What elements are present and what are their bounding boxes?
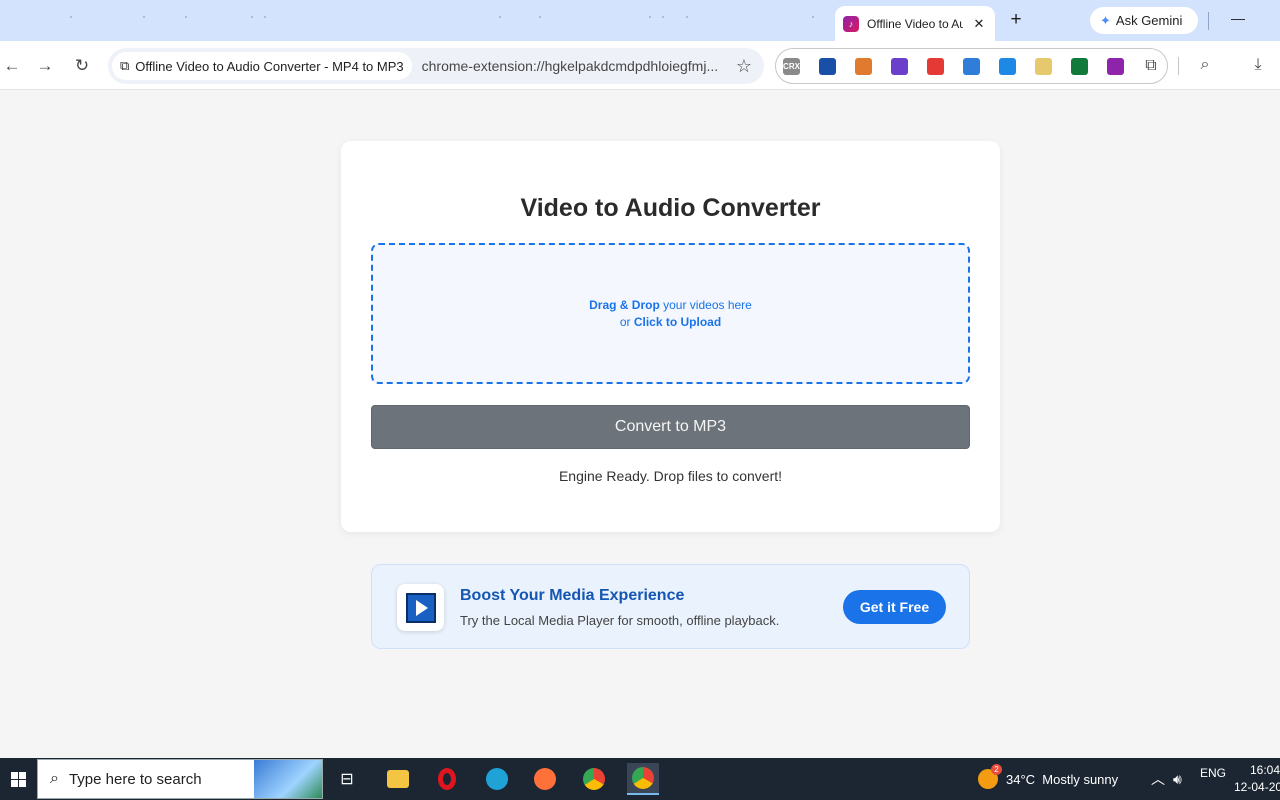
tomato-ext-icon[interactable] [927,58,944,75]
chrome-taskbar-button[interactable] [578,763,610,795]
edge-icon [486,768,508,790]
circle-ext-icon[interactable] [1071,58,1088,75]
dropzone-line2-pre: or [619,314,634,329]
chrome-icon [583,768,605,790]
windows-logo-icon [10,771,26,787]
puzzle-color-ext-icon[interactable] [963,58,980,75]
bookmark-star-icon[interactable]: ☆ [736,56,752,77]
new-tab-button[interactable]: + [1006,10,1026,30]
reload-icon[interactable]: ↻ [70,54,94,78]
get-it-free-button[interactable]: Get it Free [843,590,946,624]
search-highlight-image [254,760,322,798]
page-title: Video to Audio Converter [520,194,821,222]
ask-gemini-button[interactable]: ✦ Ask Gemini [1090,7,1198,34]
back-arrow-icon[interactable]: ← [0,54,24,78]
dropzone-line-2: or Click to Upload [620,314,721,331]
show-hidden-icons-chevron-icon[interactable]: ︿ [1151,758,1165,800]
search-placeholder: Type here to search [68,770,202,788]
dropzone-line1-rest: your videos here [659,297,752,312]
converter-card: Video to Audio Converter Drag & Drop you… [341,141,1000,532]
click-to-upload-link[interactable]: Click to Upload [634,315,721,329]
tab-strip-divider [1208,12,1209,30]
dropzone-line-1: Drag & Drop your videos here [589,297,752,314]
system-clock[interactable]: 16:04 12-04-20 [1234,762,1280,796]
url-text[interactable]: chrome-extension://hgkelpakdcmdpdhloiegf… [422,58,732,74]
media-player-logo-icon [397,584,444,631]
drag-drop-label: Drag & Drop [589,297,660,312]
start-button[interactable] [0,758,36,800]
downloads-icon[interactable]: ⤓ [1247,54,1269,76]
promo-subtitle: Try the Local Media Player for smooth, o… [460,613,780,628]
converter-favicon-icon: ♪ [843,15,859,32]
gemini-sparkle-icon: ✦ [1100,12,1111,28]
address-bar[interactable]: ⧉ Offline Video to Audio Converter - MP4… [108,48,764,84]
active-tab[interactable]: ♪ Offline Video to Audio Converter - MP4… [835,6,995,41]
tab-strip: ♪ Offline Video to Audio Converter - MP4… [0,0,1280,41]
task-view-icon: ⊟ [340,771,354,788]
extensions-menu-icon[interactable]: ⧉ [1140,55,1162,77]
search-ext-icon[interactable] [999,58,1016,75]
file-explorer-taskbar-button[interactable] [382,763,414,795]
weather-badge: 2 [991,764,1002,775]
clock-time: 16:04 [1249,763,1280,777]
chrome-active-taskbar-button[interactable] [627,763,659,795]
search-icon: ⌕ [50,770,59,787]
browser-toolbar: ← → ↻ ⧉ Offline Video to Audio Converter… [0,41,1280,90]
crx-icon[interactable]: CRX [783,58,800,75]
windows-taskbar: ⌕ Type here to search ⊟ 2 34°C Mostly su… [0,758,1280,800]
tab-title: Offline Video to Audio Converter - MP4 t… [867,16,963,31]
taskbar-search-box[interactable]: ⌕ Type here to search [37,759,323,799]
note-ext-icon[interactable] [1035,58,1052,75]
weather-text: 34°C Mostly sunny [1006,771,1119,787]
weather-sun-icon: 2 [978,764,1002,789]
promo-banner: Boost Your Media Experience Try the Loca… [371,564,970,649]
video-ext-icon[interactable] [819,58,836,75]
site-info-chip[interactable]: ⧉ Offline Video to Audio Converter - MP4… [112,52,412,80]
volume-icon[interactable]: 🔊︎ [1173,758,1182,800]
extensions-bar: CRX ⧉ [775,48,1168,84]
converter-ext-icon[interactable] [1107,58,1124,75]
status-message: Engine Ready. Drop files to convert! [558,468,783,484]
chrome-active-icon [632,767,654,789]
extension-puzzle-icon: ⧉ [120,58,130,73]
language-indicator[interactable]: ENG [1200,752,1226,794]
upload-dropzone[interactable]: Drag & Drop your videos here or Click to… [371,243,970,384]
close-tab-icon[interactable]: ✕ [971,16,987,32]
firefox-icon [534,768,556,790]
tab-search-icon[interactable]: ⌕ [1194,54,1216,76]
toolbar-divider [1178,57,1179,75]
convert-to-mp3-button[interactable]: Convert to MP3 [371,405,970,449]
opera-taskbar-button[interactable] [431,763,463,795]
cake-ext-icon[interactable] [855,58,872,75]
file-explorer-icon [387,770,409,788]
promo-title: Boost Your Media Experience [460,587,685,604]
music-ext-icon[interactable] [891,58,908,75]
task-view-taskbar-button[interactable]: ⊟ [331,763,363,795]
forward-arrow-icon[interactable]: → [33,54,57,78]
opera-icon [438,768,456,790]
site-chip-label: Offline Video to Audio Converter - MP4 t… [135,58,404,74]
weather-widget[interactable]: 2 34°C Mostly sunny [978,758,1118,800]
minimize-window-icon[interactable]: — [1230,10,1246,30]
edge-taskbar-button[interactable] [481,763,513,795]
clock-date: 12-04-20 [1234,780,1280,794]
ask-gemini-label: Ask Gemini [1115,13,1183,28]
firefox-taskbar-button[interactable] [529,763,561,795]
